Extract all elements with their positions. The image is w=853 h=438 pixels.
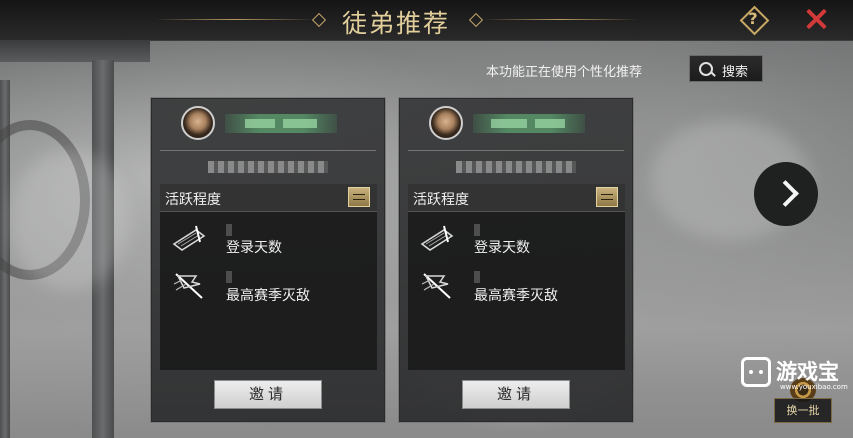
login-days-value-blurred xyxy=(226,224,232,236)
next-page-button[interactable] xyxy=(754,162,818,226)
close-button[interactable] xyxy=(802,5,830,33)
player-name-blurred xyxy=(225,114,337,133)
invite-button[interactable]: 邀请 xyxy=(462,380,570,409)
invite-label: 邀请 xyxy=(248,385,287,403)
search-label: 搜索 xyxy=(722,65,749,80)
swap-stats-button[interactable] xyxy=(596,187,618,207)
title-ornament-diamond xyxy=(468,12,484,28)
battle-flag-icon xyxy=(173,273,203,299)
invite-label: 邀请 xyxy=(496,385,535,403)
page-title: 徒弟推荐 xyxy=(341,9,450,38)
title-ornament-left xyxy=(155,19,315,20)
watermark-url: www.youxibao.com xyxy=(780,383,848,391)
title-ornament-right xyxy=(483,19,638,20)
background-roof xyxy=(0,40,150,62)
divider xyxy=(408,150,624,151)
activity-panel: 活跃程度 登录天数 最高赛季灭敌 xyxy=(160,184,377,370)
kills-value-blurred xyxy=(474,271,480,283)
background-fog xyxy=(10,150,130,290)
chevron-right-icon xyxy=(772,180,799,207)
personalization-notice: 本功能正在使用个性化推荐 xyxy=(486,65,643,80)
apprentice-card: 活跃程度 登录天数 最高赛季灭敌 邀请 xyxy=(398,97,634,423)
refresh-label: 换一批 xyxy=(786,404,820,417)
help-button[interactable]: ? xyxy=(739,5,770,36)
activity-title: 活跃程度 xyxy=(413,192,469,208)
login-days-value-blurred xyxy=(474,224,480,236)
activity-panel: 活跃程度 登录天数 最高赛季灭敌 xyxy=(408,184,625,370)
divider xyxy=(160,150,376,151)
activity-header: 活跃程度 xyxy=(408,184,625,212)
player-info-blurred xyxy=(456,161,576,173)
swap-stats-button[interactable] xyxy=(348,187,370,207)
activity-title: 活跃程度 xyxy=(165,192,221,208)
kills-value-blurred xyxy=(226,271,232,283)
scroll-quill-icon xyxy=(172,225,206,251)
avatar[interactable] xyxy=(429,106,463,140)
apprentice-card: 活跃程度 登录天数 最高赛季灭敌 邀请 xyxy=(150,97,386,423)
player-info-blurred xyxy=(208,161,328,173)
scroll-quill-icon xyxy=(420,225,454,251)
season-kills-label: 最高赛季灭敌 xyxy=(474,288,558,304)
watermark-text: 游戏宝 xyxy=(776,360,839,384)
refresh-batch-button[interactable]: 换一批 xyxy=(774,398,832,423)
top-bar: 徒弟推荐 ? xyxy=(0,0,853,41)
season-kills-label: 最高赛季灭敌 xyxy=(226,288,310,304)
game-screen: 徒弟推荐 ? 本功能正在使用个性化推荐 搜索 活跃程度 登录天数 最高赛季灭敌 … xyxy=(0,0,853,438)
login-days-label: 登录天数 xyxy=(226,240,282,256)
title-ornament-diamond xyxy=(311,12,327,28)
player-name-blurred xyxy=(473,114,585,133)
activity-header: 活跃程度 xyxy=(160,184,377,212)
battle-flag-icon xyxy=(421,273,451,299)
avatar[interactable] xyxy=(181,106,215,140)
gamepad-logo-icon xyxy=(741,357,771,387)
invite-button[interactable]: 邀请 xyxy=(214,380,322,409)
login-days-label: 登录天数 xyxy=(474,240,530,256)
search-button[interactable]: 搜索 xyxy=(689,55,763,82)
